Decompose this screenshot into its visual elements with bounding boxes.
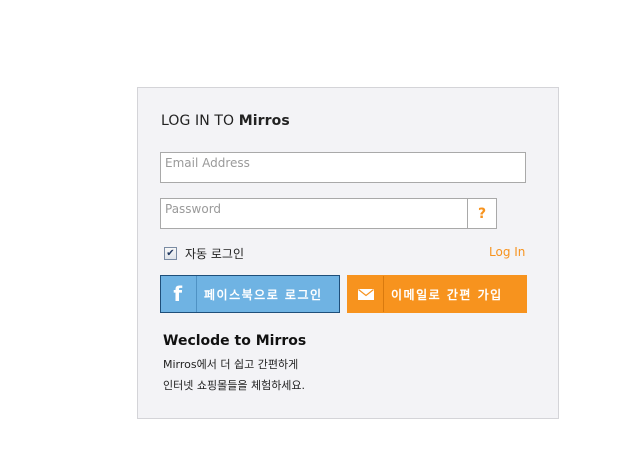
- mail-icon: [348, 276, 384, 312]
- welcome-text-line2: 인터넷 쇼핑몰들을 체험하세요.: [163, 379, 306, 392]
- email-signup-label: 이메일로 간편 가입: [391, 287, 503, 302]
- login-link[interactable]: Log In: [489, 245, 525, 259]
- facebook-icon: f: [161, 276, 197, 312]
- facebook-login-button[interactable]: f 페이스북으로 로그인: [160, 275, 340, 313]
- login-title-brand: Mirros: [238, 113, 290, 129]
- login-panel: LOG IN TO Mirros Email Address Password …: [137, 87, 559, 419]
- question-icon: ?: [477, 205, 487, 222]
- facebook-login-label: 페이스북으로 로그인: [204, 287, 323, 302]
- email-signup-button[interactable]: 이메일로 간편 가입: [347, 275, 527, 313]
- email-placeholder: Email Address: [165, 156, 250, 170]
- remember-me[interactable]: ✔ 자동 로그인: [164, 245, 244, 262]
- password-placeholder: Password: [165, 202, 222, 216]
- welcome-heading: Weclode to Mirros: [163, 333, 307, 349]
- email-field[interactable]: Email Address: [160, 152, 526, 183]
- remember-label: 자동 로그인: [185, 247, 245, 261]
- remember-checkbox[interactable]: ✔: [164, 247, 177, 260]
- login-title: LOG IN TO Mirros: [161, 113, 290, 129]
- password-field[interactable]: Password: [160, 198, 468, 229]
- welcome-text-line1: Mirros에서 더 쉽고 간편하게: [163, 358, 299, 371]
- login-title-prefix: LOG IN TO: [161, 113, 235, 129]
- password-help-button[interactable]: ?: [467, 198, 497, 229]
